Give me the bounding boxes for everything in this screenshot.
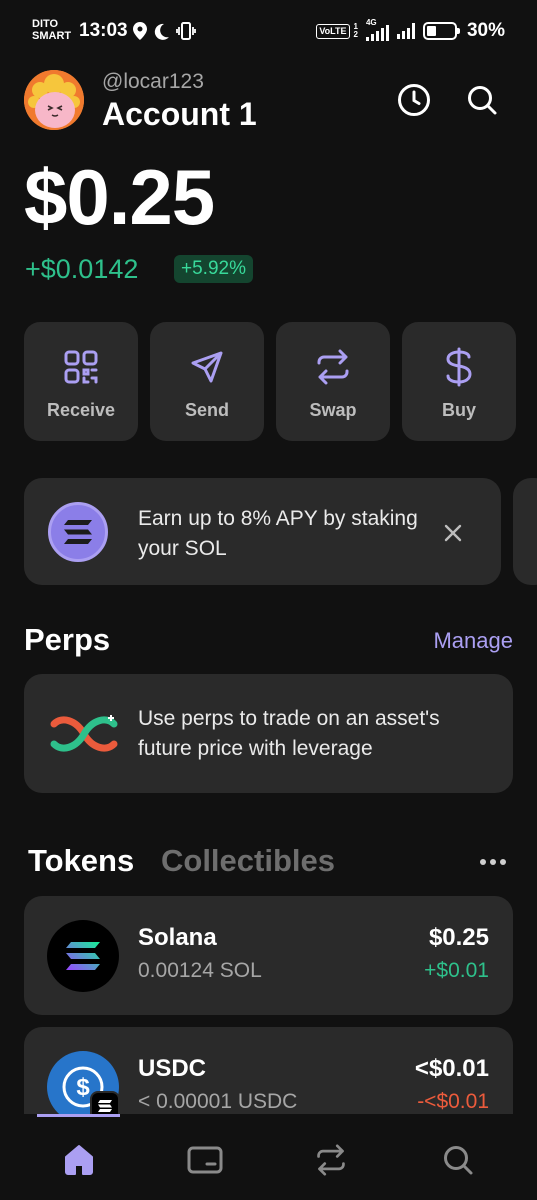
account-handle[interactable]: @locar123	[102, 70, 204, 94]
signal-2-icon	[396, 23, 415, 39]
buy-label: Buy	[441, 400, 476, 420]
swap-label: Swap	[309, 400, 357, 420]
avatar[interactable]	[24, 70, 84, 130]
token-name: USDC	[138, 1055, 207, 1082]
volte-badge: VoLTE	[316, 23, 350, 39]
signal-1-icon: 4G	[365, 19, 389, 41]
staking-promo-card[interactable]: Earn up to 8% APY by staking your SOL	[24, 478, 501, 585]
token-change: -<$0.01	[417, 1090, 489, 1113]
solana-chain-badge	[90, 1091, 120, 1114]
history-button[interactable]	[396, 82, 432, 118]
nav-home[interactable]	[59, 1140, 99, 1180]
send-button[interactable]: Send	[150, 322, 264, 441]
more-icon	[480, 859, 506, 865]
tab-collectibles[interactable]: Collectibles	[161, 843, 335, 879]
close-icon	[444, 524, 462, 542]
nav-swap[interactable]	[311, 1140, 351, 1180]
perps-heading: Perps	[24, 622, 111, 657]
battery-percent: 30%	[466, 20, 505, 41]
search-button[interactable]	[464, 82, 500, 118]
token-value: $0.25	[428, 924, 489, 951]
avatar-illustration	[24, 70, 84, 130]
swap-button[interactable]: Swap	[276, 322, 390, 441]
next-promo-card-peek[interactable]	[513, 478, 537, 585]
more-options-button[interactable]	[480, 850, 510, 874]
home-icon	[65, 1145, 93, 1175]
history-icon	[398, 84, 430, 116]
status-icons-left	[133, 22, 196, 40]
carrier-line-2: SMART	[32, 30, 72, 42]
status-time: 13:03	[79, 20, 128, 41]
send-icon	[191, 351, 223, 383]
wallet-icon	[187, 1146, 223, 1174]
swap-icon	[317, 349, 349, 385]
location-icon	[133, 22, 147, 40]
battery-icon	[422, 22, 460, 40]
qr-code-icon	[64, 350, 98, 384]
token-row-usdc[interactable]: $ USDC < 0.00001 USDC <$0.01 -<$0.01	[24, 1027, 513, 1114]
dollar-icon	[446, 347, 472, 387]
status-bar: DITO SMART 13:03 VoLTE 1 2 4G 30%	[0, 0, 537, 62]
bottom-navigation	[0, 1114, 537, 1200]
perps-description: Use perps to trade on an asset's future …	[138, 707, 440, 760]
send-label: Send	[184, 400, 229, 420]
receive-button[interactable]: Receive	[24, 322, 138, 441]
portfolio-change-amount: +$0.0142	[25, 254, 139, 284]
nav-search[interactable]	[438, 1140, 478, 1180]
manage-link[interactable]: Manage	[433, 628, 513, 654]
search-icon	[468, 86, 497, 115]
action-buttons: Receive Send Swap Buy	[24, 322, 516, 441]
svg-text:$: $	[76, 1074, 90, 1101]
promo-text: Earn up to 8% APY by staking your SOL	[138, 507, 418, 560]
solana-icon	[48, 502, 108, 562]
active-tab-indicator	[37, 1114, 120, 1117]
moon-icon	[154, 23, 169, 40]
account-name[interactable]: Account 1	[102, 96, 257, 133]
vibrate-icon	[176, 22, 196, 40]
status-icons-right: VoLTE 1 2 4G 30%	[316, 19, 505, 42]
token-value: <$0.01	[414, 1055, 489, 1082]
token-change: +$0.01	[424, 959, 489, 982]
carrier-line-1: DITO	[32, 18, 59, 30]
perps-logo-icon	[50, 715, 118, 752]
token-amount: < 0.00001 USDC	[138, 1090, 298, 1113]
buy-button[interactable]: Buy	[402, 322, 516, 441]
solana-token-icon	[47, 920, 119, 992]
sim-indicator: 1 2	[353, 22, 358, 39]
token-row-solana[interactable]: Solana 0.00124 SOL $0.25 +$0.01	[24, 896, 513, 1015]
swap-icon	[317, 1144, 345, 1176]
token-amount: 0.00124 SOL	[138, 959, 262, 982]
nav-wallet[interactable]	[185, 1140, 225, 1180]
receive-label: Receive	[46, 400, 116, 420]
carrier-label: DITO SMART	[32, 18, 76, 42]
search-icon	[444, 1146, 473, 1175]
perps-card[interactable]: Use perps to trade on an asset's future …	[24, 674, 513, 793]
tab-tokens[interactable]: Tokens	[28, 843, 134, 879]
portfolio-change-percent-badge: +5.92%	[174, 255, 253, 283]
close-promo-button[interactable]	[438, 518, 468, 548]
token-name: Solana	[138, 924, 217, 951]
portfolio-balance: $0.25	[24, 153, 215, 241]
